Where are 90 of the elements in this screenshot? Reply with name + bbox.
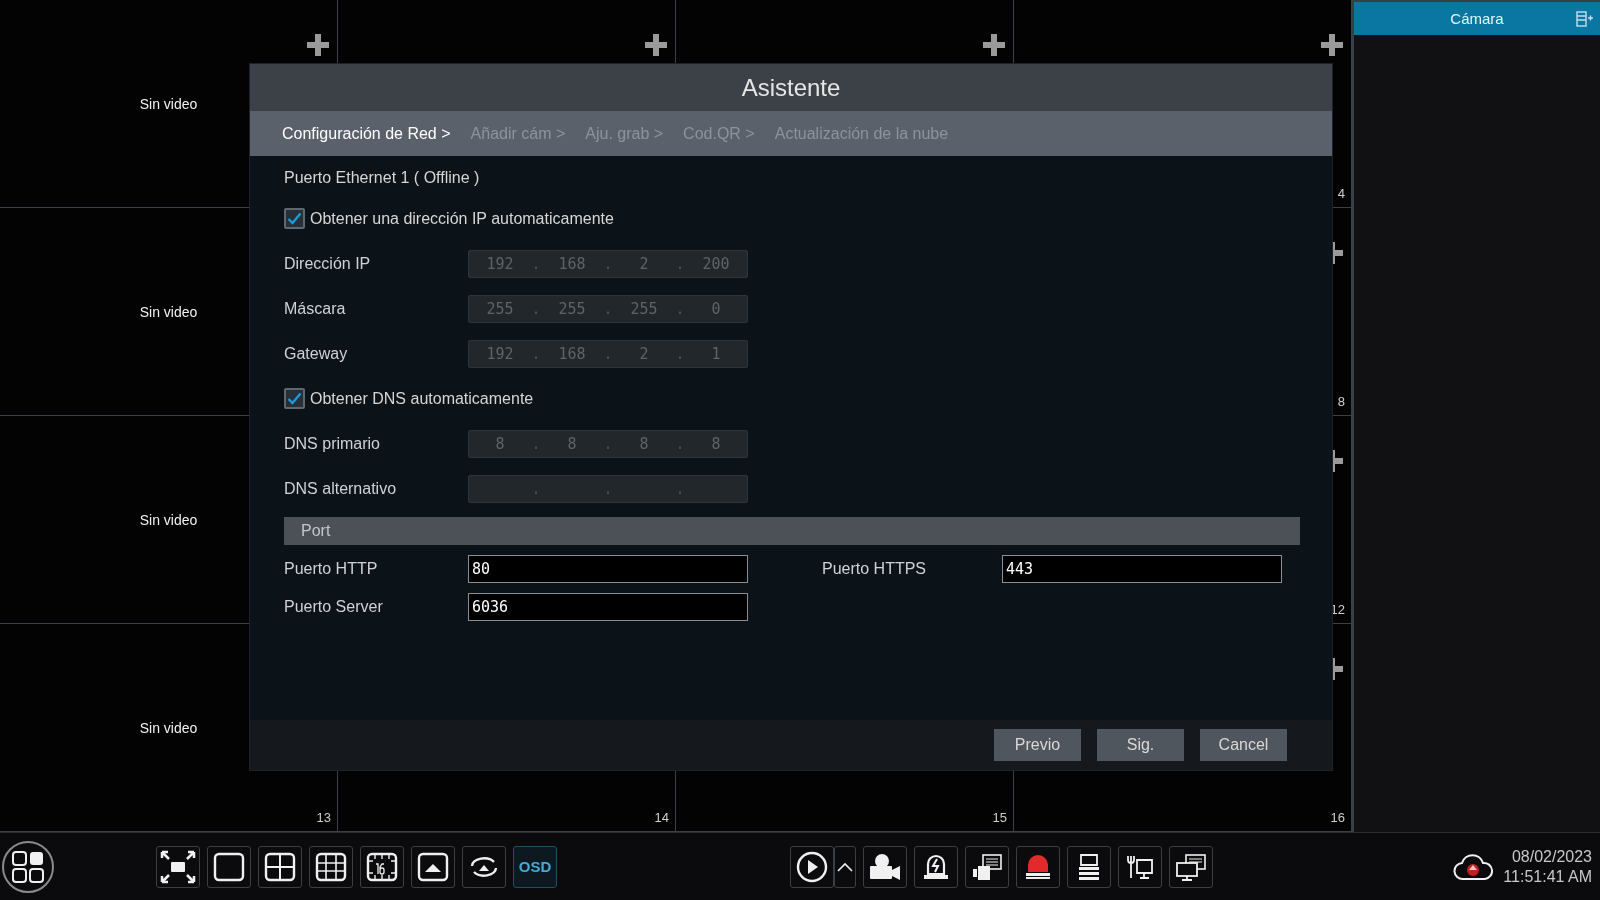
ip-octet: 255 [629, 299, 659, 318]
fullscreen-button[interactable] [156, 845, 200, 888]
sixteen-view-button[interactable] [360, 845, 404, 888]
channel-number: 8 [1337, 394, 1345, 409]
port-field[interactable]: 6036 [468, 593, 748, 621]
plus-icon[interactable] [307, 34, 329, 56]
sequence-icon [417, 851, 449, 882]
video-camera-icon [868, 851, 903, 882]
checkbox[interactable] [284, 208, 305, 229]
ip-octet: 200 [701, 254, 731, 273]
fullscreen-icon [160, 849, 196, 884]
osd-button[interactable]: OSD [513, 845, 557, 888]
camera-list-button[interactable] [965, 845, 1010, 888]
network-button[interactable] [1118, 845, 1163, 888]
dialog-button[interactable]: Previo [994, 729, 1081, 761]
ip-octet: 8 [638, 434, 650, 453]
no-video-label: Sin video [139, 303, 198, 320]
monitor-icon [1175, 851, 1208, 882]
port-field[interactable]: 80 [468, 555, 748, 583]
dialog-button[interactable]: Sig. [1097, 729, 1184, 761]
octet-separator: . [675, 479, 685, 498]
plus-icon[interactable] [1321, 34, 1343, 56]
checkbox[interactable] [284, 388, 305, 409]
channel-number: 16 [1330, 810, 1345, 825]
octet-separator: . [531, 299, 541, 318]
octet-separator: . [675, 434, 685, 453]
octet-separator: . [531, 434, 541, 453]
time-text: 11:51:41 AM [1503, 866, 1592, 887]
playback-button[interactable] [790, 845, 835, 888]
ip-octet: 2 [638, 254, 650, 273]
sixteen-grid-icon [366, 851, 398, 882]
octet-separator: . [603, 479, 613, 498]
plus-icon[interactable] [983, 34, 1005, 56]
single-view-button[interactable] [207, 845, 251, 888]
camera-list-icon [971, 851, 1004, 882]
sequence-view-button[interactable] [411, 845, 455, 888]
octet-separator: . [603, 344, 613, 363]
octet-separator: . [675, 344, 685, 363]
ip-octet: 192 [485, 254, 515, 273]
octet-separator: . [675, 254, 685, 273]
expand-button[interactable] [834, 845, 857, 888]
ip-octet: 255 [557, 299, 587, 318]
channel-number: 15 [992, 810, 1007, 825]
add-list-icon[interactable] [1576, 11, 1594, 27]
ip-octet: 0 [710, 299, 722, 318]
caret-icon [837, 861, 854, 872]
siren-button[interactable] [1016, 845, 1061, 888]
no-video-label: Sin video [139, 95, 198, 112]
channel-number: 13 [316, 810, 331, 825]
channel-number: 4 [1337, 186, 1345, 201]
octet-separator: . [531, 254, 541, 273]
dialog-title: Asistente [741, 73, 841, 102]
ip-octet: 168 [557, 254, 587, 273]
quad-grid-icon [264, 851, 296, 882]
octet-separator: . [675, 299, 685, 318]
no-video-label: Sin video [139, 719, 198, 736]
port-field[interactable]: 443 [1002, 555, 1282, 583]
octet-separator: . [603, 434, 613, 453]
disk-button[interactable] [1067, 845, 1112, 888]
start-menu-button[interactable] [2, 840, 54, 893]
rotate-button[interactable] [462, 845, 506, 888]
ip-octet: 2 [638, 344, 650, 363]
octet-separator: . [531, 344, 541, 363]
ip-octet: 192 [485, 344, 515, 363]
channel-number: 14 [654, 810, 669, 825]
ip-octet: 1 [710, 344, 722, 363]
octet-separator: . [603, 299, 613, 318]
no-video-label: Sin video [139, 511, 198, 528]
side-panel-title: Cámara [1450, 10, 1504, 27]
alarm-button[interactable] [914, 845, 959, 888]
octet-separator: . [603, 254, 613, 273]
ip-octet: 255 [485, 299, 515, 318]
four-squares-icon [11, 849, 45, 884]
nine-view-button[interactable] [309, 845, 353, 888]
quad-view-button[interactable] [258, 845, 302, 888]
nine-grid-icon [315, 851, 347, 882]
field-label: Puerto HTTPS [822, 560, 928, 578]
port-section-title: Port [301, 522, 331, 540]
ip-octet: 8 [494, 434, 506, 453]
ip-octet: 8 [566, 434, 578, 453]
square-icon [213, 851, 245, 882]
date-text: 08/02/2023 [1511, 846, 1592, 867]
record-button[interactable] [863, 845, 908, 888]
octet-separator: . [531, 479, 541, 498]
ip-octet: 8 [710, 434, 722, 453]
ip-octet: 168 [557, 344, 587, 363]
play-icon [795, 849, 830, 884]
display-button[interactable] [1169, 845, 1214, 888]
plus-icon[interactable] [645, 34, 667, 56]
dialog-button[interactable]: Cancel [1200, 729, 1287, 761]
